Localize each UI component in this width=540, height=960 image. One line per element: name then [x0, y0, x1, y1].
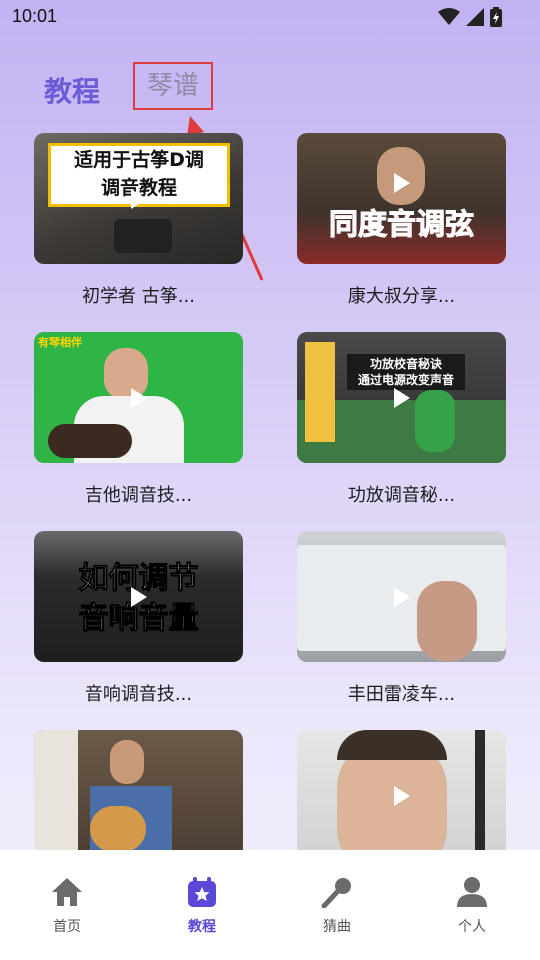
video-thumbnail[interactable]: 有琴相伴	[34, 332, 243, 463]
nav-item-guess[interactable]: 猜曲	[302, 876, 372, 936]
video-thumbnail[interactable]	[297, 531, 506, 662]
tutorial-card[interactable]: 有琴相伴 吉他调音技...	[34, 332, 243, 507]
nav-label: 猜曲	[323, 919, 351, 935]
tutorial-card[interactable]	[297, 730, 506, 861]
video-thumbnail[interactable]: 功放校音秘诀 通过电源改变声音	[297, 332, 506, 463]
signal-icon	[466, 8, 484, 26]
person-icon	[457, 877, 487, 907]
play-icon	[393, 172, 410, 193]
card-title: 音响调音技...	[84, 684, 193, 705]
tutorial-card[interactable]: 如何调节 音响音量 音响调音技...	[34, 531, 243, 706]
card-title: 功放调音秘...	[347, 485, 456, 506]
status-bar: 10:01	[0, 0, 540, 34]
play-icon	[130, 188, 147, 209]
play-icon	[393, 586, 410, 607]
thumbnail-text: 有琴相伴	[38, 336, 82, 349]
card-title: 初学者 古筝...	[82, 286, 195, 307]
card-title: 康大叔分享...	[347, 286, 456, 307]
wifi-icon	[438, 8, 460, 25]
home-icon	[52, 878, 82, 906]
tab-bar: 教程 琴谱	[0, 62, 540, 122]
nav-label: 教程	[188, 919, 216, 935]
thumbnail-text: 功放校音秘诀	[369, 357, 442, 371]
nav-item-tutorial[interactable]: 教程	[167, 876, 237, 936]
video-thumbnail[interactable]: 如何调节 音响音量	[34, 531, 243, 662]
tab-tutorial[interactable]: 教程	[44, 70, 100, 110]
card-title: 丰田雷凌车...	[347, 684, 456, 705]
calendar-star-icon	[188, 877, 216, 907]
nav-label: 个人	[458, 919, 486, 935]
tutorial-card[interactable]: 适用于古筝D调 调音教程 初学者 古筝...	[34, 133, 243, 308]
play-icon	[130, 387, 147, 408]
nav-item-home[interactable]: 首页	[32, 876, 102, 936]
thumbnail-text: 适用于古筝D调	[74, 149, 204, 171]
video-thumbnail[interactable]: 适用于古筝D调 调音教程	[34, 133, 243, 264]
video-thumbnail[interactable]	[34, 730, 243, 861]
microphone-icon	[321, 878, 351, 909]
tutorial-card[interactable]: 功放校音秘诀 通过电源改变声音 功放调音秘...	[297, 332, 506, 507]
bottom-navigation: 首页 教程 猜曲 个人	[0, 850, 540, 960]
tutorial-card[interactable]: 同度音调弦 康大叔分享...	[297, 133, 506, 308]
status-icons	[438, 7, 502, 27]
thumbnail-text: 通过电源改变声音	[357, 373, 454, 387]
tutorial-card[interactable]	[34, 730, 243, 861]
video-thumbnail[interactable]: 同度音调弦	[297, 133, 506, 264]
battery-icon	[490, 7, 502, 27]
play-icon	[130, 586, 147, 607]
nav-label: 首页	[53, 919, 81, 935]
nav-item-profile[interactable]: 个人	[437, 876, 507, 936]
card-title: 吉他调音技...	[84, 485, 193, 506]
play-icon	[393, 785, 410, 806]
play-icon	[393, 387, 410, 408]
video-thumbnail[interactable]	[297, 730, 506, 861]
tutorial-card[interactable]: 丰田雷凌车...	[297, 531, 506, 706]
status-time: 10:01	[12, 6, 58, 26]
thumbnail-text: 同度音调弦	[328, 207, 474, 242]
tab-score[interactable]: 琴谱	[133, 62, 213, 110]
